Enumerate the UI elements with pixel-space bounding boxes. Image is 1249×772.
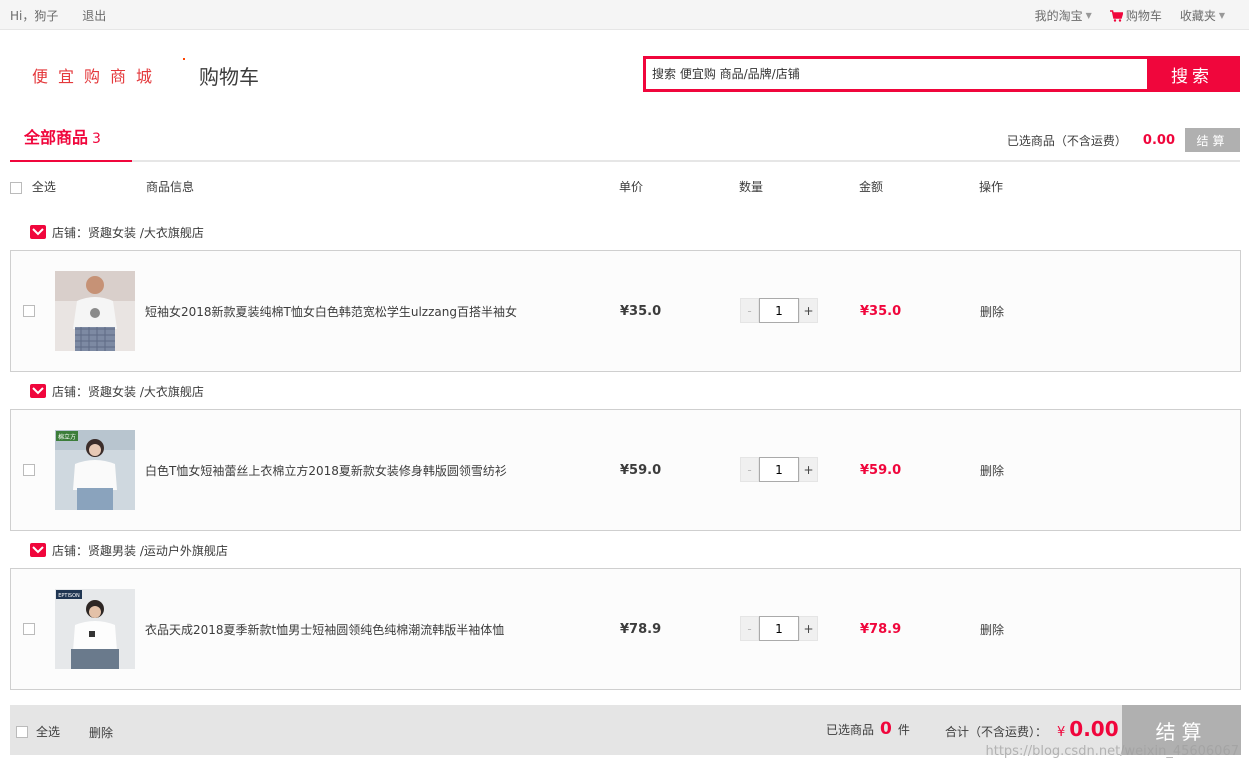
product-thumbnail[interactable]: EPTISON [55, 589, 135, 669]
delete-link[interactable]: 删除 [980, 462, 1004, 479]
selected-count: 已选商品 0 件 [826, 719, 910, 739]
item-checkbox[interactable] [23, 464, 35, 476]
column-info: 商品信息 [146, 180, 195, 194]
cart-icon [1109, 9, 1123, 22]
search-button[interactable]: 搜索 [1147, 59, 1237, 89]
search-input[interactable] [646, 59, 1147, 89]
tab-all-items[interactable]: 全部商品 3 [10, 124, 132, 162]
checkout-button-top[interactable]: 结算 [1185, 128, 1240, 152]
shop-header: 店铺：贤趣男装 /运动户外旗舰店 [30, 541, 228, 559]
item-checkbox[interactable] [23, 623, 35, 635]
quantity-input[interactable] [759, 298, 799, 323]
quantity-stepper: - + [740, 298, 818, 323]
column-action: 操作 [979, 180, 1004, 194]
column-amount: 金额 [859, 180, 884, 194]
footer-select-all-checkbox[interactable] [16, 725, 28, 738]
favorites-menu[interactable]: 收藏夹 ▼ [1180, 7, 1225, 24]
quantity-input[interactable] [759, 457, 799, 482]
shop-icon [30, 225, 46, 239]
total-price: 合计（不含运费）： ¥ 0.00 [945, 717, 1119, 741]
my-taobao-label: 我的淘宝 [1034, 9, 1083, 23]
footer-select-all: 全选 [16, 723, 60, 740]
thumb-tag: EPTISON [58, 593, 80, 599]
logo-dot [183, 58, 185, 60]
decrease-button[interactable]: - [740, 616, 759, 641]
selected-unit: 件 [897, 723, 910, 737]
tab-all-count: 3 [92, 131, 101, 147]
shop-icon [30, 384, 46, 398]
delete-link[interactable]: 删除 [980, 303, 1004, 320]
cart-item: 棉立方 白色T恤女短袖蕾丝上衣棉立方2018夏新款女装修身韩版圆领雪纺衫 ¥59… [10, 409, 1241, 531]
delete-link[interactable]: 删除 [980, 621, 1004, 638]
search-bar: 搜索 [643, 56, 1240, 92]
watermark: https://blog.csdn.net/weixin_45606067 [985, 744, 1239, 759]
quantity-stepper: - + [740, 457, 818, 482]
total-label: 合计（不含运费）： [945, 725, 1048, 739]
top-bar-left: Hi，狗子 退出 [10, 7, 126, 24]
shop-header: 店铺：贤趣女装 /大衣旗舰店 [30, 382, 204, 400]
unit-price: ¥59.0 [620, 463, 662, 478]
my-taobao-menu[interactable]: 我的淘宝 ▼ [1035, 7, 1092, 24]
item-subtotal: ¥78.9 [860, 622, 902, 637]
top-bar-right: 我的淘宝 ▼ 购物车 收藏夹 ▼ [1035, 7, 1225, 24]
increase-button[interactable]: + [799, 298, 818, 323]
currency-symbol: ¥ [1057, 725, 1066, 740]
product-title[interactable]: 短袖女2018新款夏装纯棉T恤女白色韩范宽松学生ulzzang百搭半袖女 [145, 303, 517, 320]
shop-header: 店铺：贤趣女装 /大衣旗舰店 [30, 223, 204, 241]
cart-item: 短袖女2018新款夏装纯棉T恤女白色韩范宽松学生ulzzang百搭半袖女 ¥35… [10, 250, 1241, 372]
decrease-button[interactable]: - [740, 298, 759, 323]
product-title[interactable]: 衣品天成2018夏季新款t恤男士短袖圆领纯色纯棉潮流韩版半袖体恤 [145, 621, 504, 638]
product-image-icon: 棉立方 [55, 430, 135, 510]
selected-amount: 0.00 [1142, 132, 1175, 148]
selected-label: 已选商品（不含运费） [1006, 133, 1127, 148]
increase-button[interactable]: + [799, 457, 818, 482]
select-all-label: 全选 [31, 180, 56, 194]
item-checkbox[interactable] [23, 305, 35, 317]
page-title: 购物车 [199, 65, 259, 89]
product-thumbnail[interactable] [55, 271, 135, 351]
unit-price: ¥78.9 [620, 622, 662, 637]
tab-divider [10, 160, 1240, 162]
shop-name[interactable]: 店铺：贤趣女装 /大衣旗舰店 [52, 224, 204, 241]
product-image-icon [55, 271, 135, 351]
footer-select-all-label: 全选 [36, 725, 61, 739]
column-header: 全选 商品信息 单价 数量 金额 操作 [10, 178, 1240, 196]
greeting: Hi，狗子 [10, 9, 59, 23]
shop-icon [30, 543, 46, 557]
item-subtotal: ¥35.0 [860, 304, 902, 319]
chevron-down-icon: ▼ [1085, 11, 1092, 20]
footer-delete-link[interactable]: 删除 [89, 724, 113, 741]
cart-link[interactable]: 购物车 [1109, 7, 1162, 24]
favorites-label: 收藏夹 [1179, 9, 1216, 23]
cart-label: 购物车 [1125, 9, 1162, 23]
selected-prefix: 已选商品 [826, 723, 875, 737]
select-all-checkbox[interactable] [10, 181, 22, 194]
top-summary: 已选商品（不含运费） 0.00 结算 [1007, 128, 1240, 152]
product-title[interactable]: 白色T恤女短袖蕾丝上衣棉立方2018夏新款女装修身韩版圆领雪纺衫 [145, 462, 507, 479]
item-subtotal: ¥59.0 [860, 463, 902, 478]
quantity-input[interactable] [759, 616, 799, 641]
top-bar: Hi，狗子 退出 我的淘宝 ▼ 购物车 收藏夹 ▼ [0, 0, 1249, 30]
shop-name[interactable]: 店铺：贤趣男装 /运动户外旗舰店 [52, 542, 228, 559]
increase-button[interactable]: + [799, 616, 818, 641]
select-all-header: 全选 [10, 178, 56, 195]
total-amount: 0.00 [1069, 717, 1119, 741]
product-image-icon: EPTISON [55, 589, 135, 669]
logout-link[interactable]: 退出 [82, 9, 106, 23]
tab-all-label: 全部商品 [24, 128, 89, 147]
quantity-stepper: - + [740, 616, 818, 641]
unit-price: ¥35.0 [620, 304, 662, 319]
shop-name[interactable]: 店铺：贤趣女装 /大衣旗舰店 [52, 383, 204, 400]
cart-item: EPTISON 衣品天成2018夏季新款t恤男士短袖圆领纯色纯棉潮流韩版半袖体恤… [10, 568, 1241, 690]
chevron-down-icon: ▼ [1218, 11, 1225, 20]
product-thumbnail[interactable]: 棉立方 [55, 430, 135, 510]
site-logo[interactable]: 便宜购商城 [32, 63, 162, 87]
column-quantity: 数量 [739, 180, 764, 194]
column-unit-price: 单价 [619, 180, 644, 194]
thumb-tag: 棉立方 [58, 433, 76, 441]
decrease-button[interactable]: - [740, 457, 759, 482]
selected-count-number: 0 [880, 719, 892, 739]
